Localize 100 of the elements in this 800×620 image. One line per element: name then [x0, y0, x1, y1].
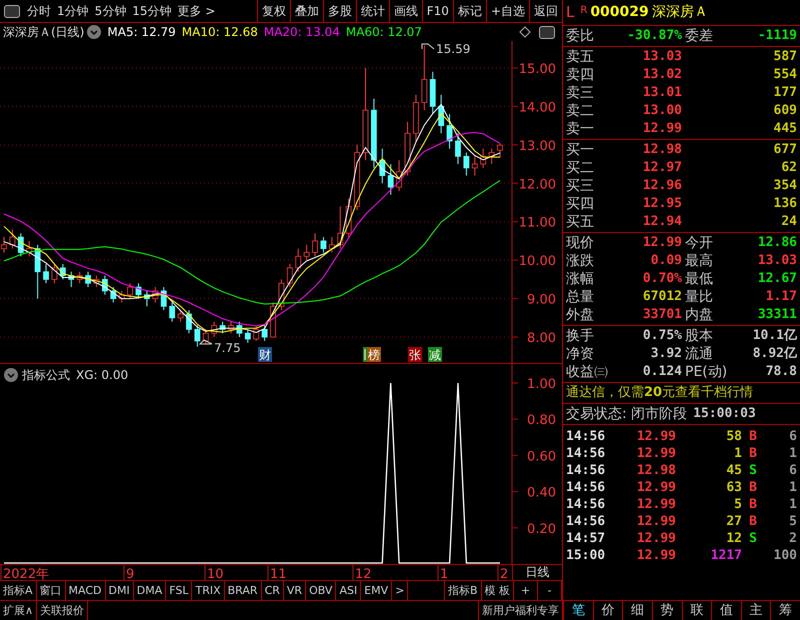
candlestick — [463, 152, 470, 176]
order-level-label: 买五 — [566, 212, 595, 232]
field-value: 0.09 — [650, 252, 682, 270]
panel-toggle-icon[interactable] — [539, 26, 555, 38]
event-marker: 减 — [428, 347, 442, 362]
field-label: 换手 — [566, 326, 595, 346]
price-axis-label: 11.00 — [518, 216, 556, 231]
order-volume: 609 — [772, 102, 798, 120]
trade-count: 1 — [788, 478, 798, 497]
leader-line — [422, 44, 434, 50]
trade-count: 6 — [788, 428, 798, 446]
candlestick — [1, 236, 7, 253]
candlestick — [446, 114, 452, 150]
moving-average-label: MA10: 12.68 — [182, 24, 258, 41]
trade-count: 6 — [788, 462, 798, 480]
trade-volume: 45 — [725, 462, 742, 480]
candlestick — [52, 264, 58, 284]
field-label: 净资 — [566, 344, 595, 364]
moving-average-label: MA5: 12.79 — [107, 24, 176, 41]
trade-count: 2 — [788, 530, 798, 548]
order-price: 13.03 — [642, 48, 682, 66]
period-tab[interactable]: 5分钟 — [92, 0, 130, 22]
chevron-down-icon[interactable] — [4, 368, 18, 382]
trade-time: 14:56 — [566, 512, 606, 531]
diamond-icon[interactable] — [519, 26, 531, 38]
order-volume: 136 — [772, 195, 798, 214]
promo-text[interactable]: 通达信，仅需20元查看千档行情 — [566, 383, 754, 403]
field-label: PE(动) — [685, 362, 728, 382]
up-down-arrow-icon — [363, 347, 367, 362]
order-level-label: 卖三 — [566, 84, 595, 102]
trade-side: B — [748, 512, 758, 531]
indicator-tab[interactable]: TRIX — [192, 581, 225, 600]
trade-count: 1 — [788, 496, 798, 514]
field-label: 流通 — [685, 344, 714, 364]
date-axis-label: 10 — [207, 567, 224, 580]
trade-price: 12.99 — [636, 512, 676, 531]
period-tab[interactable]: 1分钟 — [54, 0, 92, 22]
chevron-down-icon[interactable] — [87, 25, 102, 39]
trade-side: S — [748, 530, 758, 548]
order-price: 12.95 — [642, 195, 682, 214]
trade-price: 12.98 — [636, 462, 676, 480]
field-label: 今开 — [685, 234, 714, 252]
panel-toggle-icon[interactable] — [4, 4, 20, 18]
field-value: 3.92 — [650, 345, 682, 364]
field-label: 涨幅 — [566, 270, 595, 288]
event-marker: 张 — [408, 347, 422, 362]
field-label: 最低 — [685, 270, 714, 288]
order-volume: 587 — [772, 48, 798, 66]
order-level-label: 买二 — [566, 158, 595, 178]
flag-label: R — [580, 4, 588, 18]
trade-volume: 12 — [725, 530, 742, 548]
order-level-label: 买四 — [566, 194, 595, 214]
field-label: 最高 — [685, 252, 714, 270]
indicator-tab[interactable]: 指标A — [0, 581, 37, 600]
order-volume: 24 — [780, 213, 798, 232]
trade-side: B — [748, 478, 758, 497]
field-label: 股本 — [685, 326, 714, 346]
trading-status: 交易状态: 闭市阶段 — [566, 404, 688, 424]
order-price: 12.99 — [642, 120, 682, 138]
event-marker: 榜 — [367, 347, 381, 362]
trade-side: B — [748, 428, 758, 446]
candlestick — [43, 264, 49, 284]
order-price: 12.96 — [642, 177, 682, 196]
moving-average-label: MA20: 13.04 — [264, 24, 340, 41]
order-volume: 445 — [772, 120, 798, 138]
period-tab[interactable]: 更多 > — [174, 0, 218, 22]
field-value: 33311 — [756, 306, 798, 324]
order-price: 12.94 — [642, 213, 682, 232]
bottom-button[interactable]: 扩展∧ — [0, 601, 38, 620]
field-value: 0.124 — [642, 363, 682, 382]
chart-title: 深深房Ａ(日线) — [3, 24, 84, 41]
status-time: 15:00:03 — [693, 405, 756, 424]
trade-time: 15:00 — [566, 546, 606, 565]
event-marker: 财 — [258, 347, 272, 362]
field-label: 总量 — [566, 288, 595, 306]
candlestick — [295, 248, 302, 272]
stock-code: 000029 — [590, 3, 649, 22]
field-value: 0.75% — [642, 327, 682, 346]
period-label: 日线 — [512, 565, 562, 580]
period-tab[interactable]: 15分钟 — [129, 0, 175, 22]
low-price-label: 7.75 — [214, 341, 241, 355]
trade-volume: 1 — [733, 444, 742, 463]
order-price: 12.97 — [642, 159, 682, 178]
candlestick — [455, 132, 461, 165]
order-volume: 177 — [772, 84, 798, 102]
order-price: 13.02 — [642, 66, 682, 84]
order-price: 13.00 — [642, 102, 682, 120]
trade-volume: 1217 — [710, 546, 742, 565]
field-value: 1.17 — [764, 288, 798, 306]
indicator-axis-label: 0.20 — [527, 522, 556, 537]
field-value: 67012 — [642, 288, 682, 306]
date-axis-label: 11 — [270, 567, 287, 580]
candlestick — [320, 236, 326, 253]
indicator-tab[interactable]: 模 板 — [482, 581, 514, 600]
order-level-label: 买三 — [566, 176, 595, 196]
period-tab[interactable]: 分时 — [24, 0, 54, 22]
candlestick — [127, 282, 133, 300]
candlestick — [244, 328, 251, 344]
trade-price: 12.99 — [636, 444, 676, 463]
field-value: 8.92亿 — [752, 345, 798, 364]
